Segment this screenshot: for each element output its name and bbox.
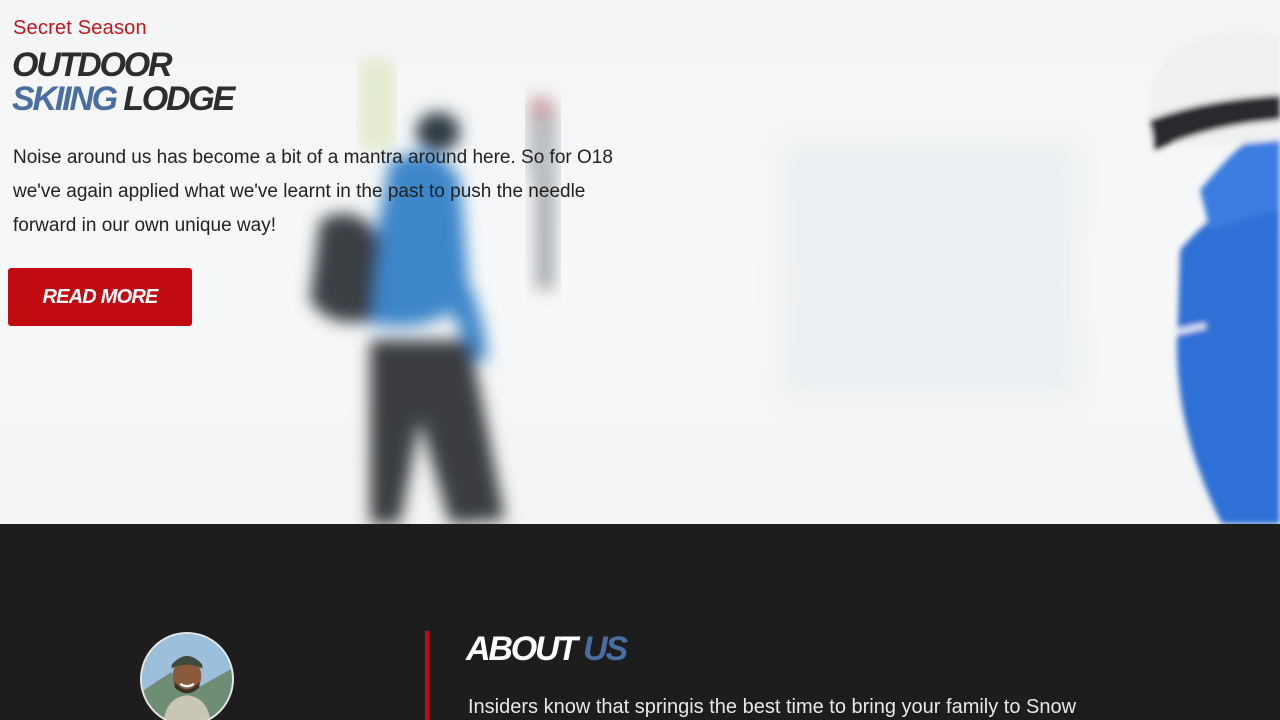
about-divider xyxy=(425,631,429,720)
about-title: ABOUT US xyxy=(466,630,628,669)
hero-title-accent: SKIING xyxy=(12,80,118,118)
hero-title-rest: LODGE xyxy=(123,80,235,118)
about-title-accent: US xyxy=(583,630,628,668)
hero-kicker: Secret Season xyxy=(13,17,147,39)
about-text: Insiders know that springis the best tim… xyxy=(468,696,1077,718)
about-title-main: ABOUT xyxy=(466,630,578,668)
about-section: ABOUT US Insiders know that springis the… xyxy=(0,524,1280,720)
read-more-button[interactable]: READ MORE xyxy=(8,268,192,326)
hero-section: Secret Season OUTDOOR SKIING LODGE Noise… xyxy=(0,0,1280,524)
avatar xyxy=(140,632,234,720)
hero-title: OUTDOOR SKIING LODGE xyxy=(12,46,235,118)
hero-title-line1: OUTDOOR xyxy=(12,46,173,84)
hero-lead-text: Noise around us has become a bit of a ma… xyxy=(13,147,613,236)
